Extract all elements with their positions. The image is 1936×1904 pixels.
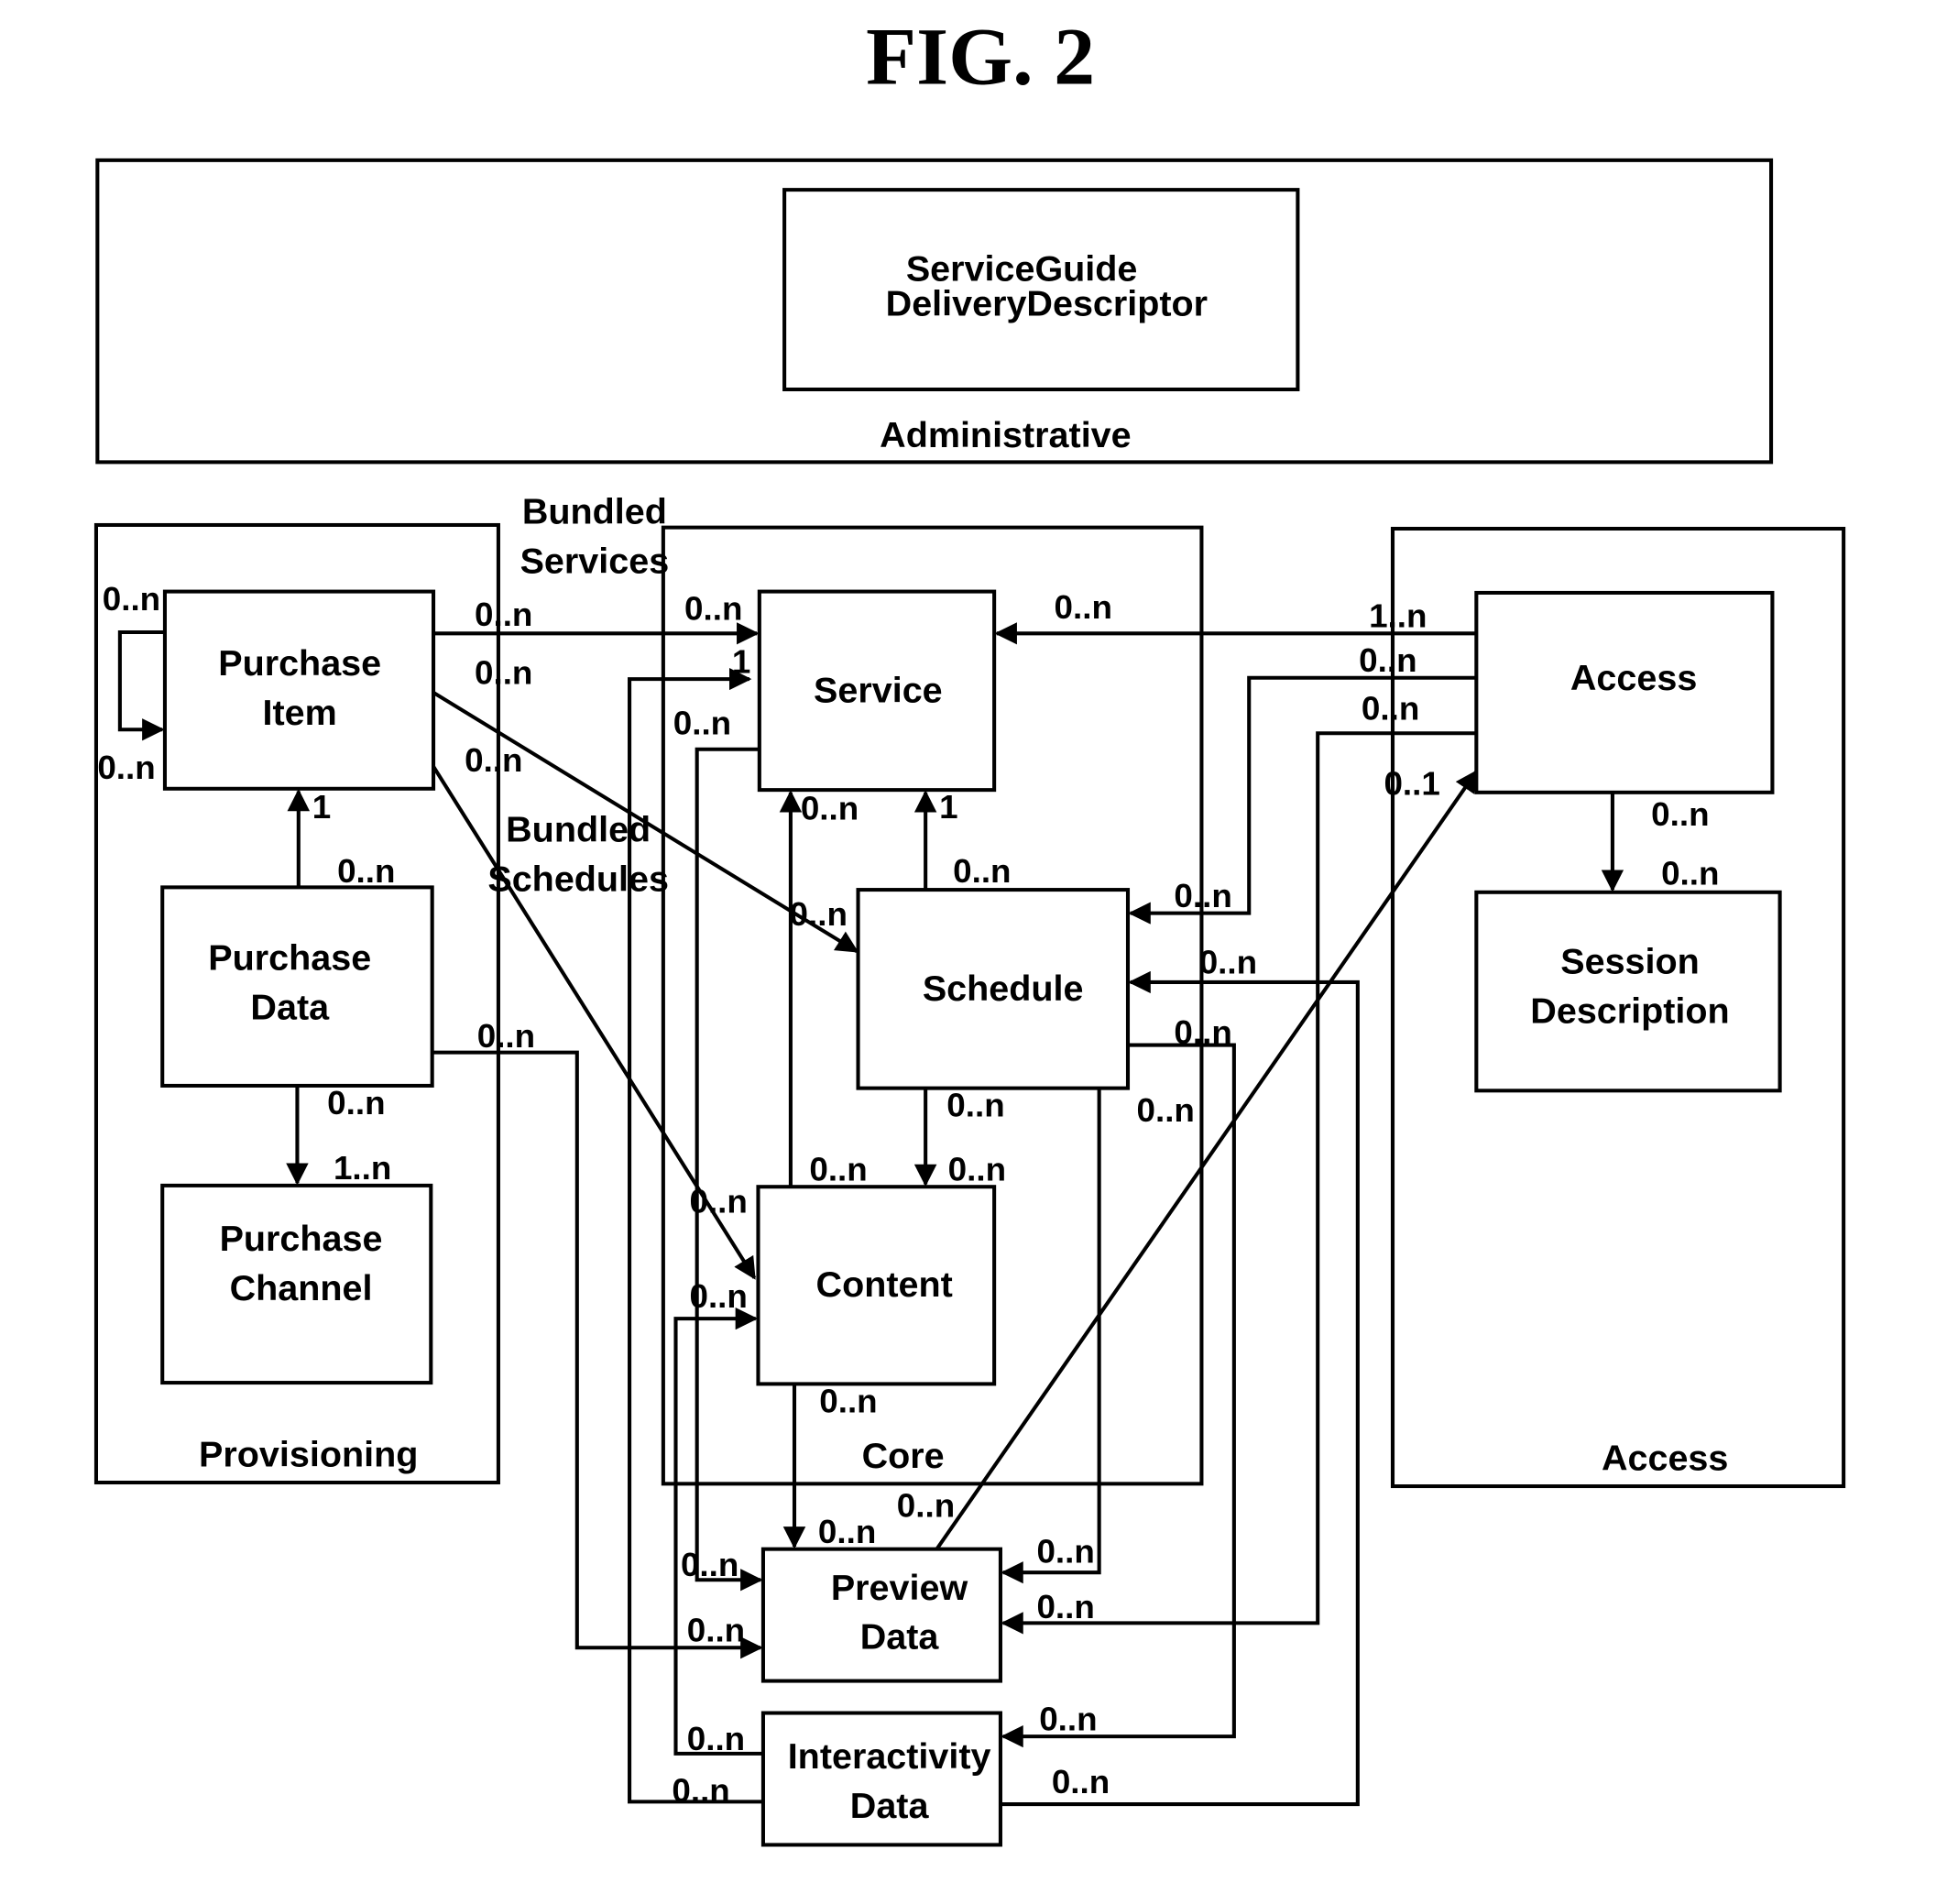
svg-text:Channel: Channel xyxy=(230,1268,373,1308)
svg-text:0..n: 0..n xyxy=(477,1017,535,1055)
svg-text:0..n: 0..n xyxy=(673,705,731,742)
svg-text:0..n: 0..n xyxy=(97,749,155,786)
uml-diagram: FIG. 2 Administrative Provisioning Core … xyxy=(93,12,1846,1847)
svg-text:0..n: 0..n xyxy=(1661,855,1719,892)
svg-text:0..n: 0..n xyxy=(475,654,532,692)
svg-text:0..n: 0..n xyxy=(690,1183,748,1220)
svg-text:Data: Data xyxy=(250,988,330,1028)
svg-text:Data: Data xyxy=(850,1786,930,1826)
conn-purchaseitem-self xyxy=(117,629,165,741)
svg-text:0..1: 0..1 xyxy=(1384,765,1439,803)
svg-text:0..n: 0..n xyxy=(687,1612,745,1649)
svg-text:1: 1 xyxy=(939,788,957,826)
svg-text:0..n: 0..n xyxy=(1199,944,1257,981)
entity-preview-data[interactable]: Preview Data xyxy=(760,1547,1002,1683)
svg-text:Access: Access xyxy=(1602,1439,1728,1479)
svg-text:0..n: 0..n xyxy=(790,895,848,933)
svg-text:Content: Content xyxy=(816,1264,953,1305)
svg-text:Purchase: Purchase xyxy=(218,643,381,684)
svg-text:0..n: 0..n xyxy=(801,790,859,827)
svg-text:Provisioning: Provisioning xyxy=(199,1435,418,1475)
svg-text:Core: Core xyxy=(862,1436,945,1476)
entity-schedule[interactable]: Schedule xyxy=(856,888,1131,1090)
annotation-bundled-schedules: Bundled Schedules xyxy=(487,810,669,900)
svg-text:Description: Description xyxy=(1530,991,1729,1032)
entity-interactivity-data[interactable]: Interactivity Data xyxy=(760,1711,1002,1847)
svg-text:0..n: 0..n xyxy=(1362,690,1419,728)
svg-text:0..n: 0..n xyxy=(948,1151,1006,1188)
svg-text:0..n: 0..n xyxy=(103,580,160,618)
entity-purchase-data[interactable]: Purchase Data xyxy=(160,885,434,1088)
svg-text:0..n: 0..n xyxy=(1137,1091,1195,1129)
svg-text:0..n: 0..n xyxy=(897,1487,955,1525)
conn-access-preview xyxy=(1001,731,1477,1635)
svg-text:Data: Data xyxy=(860,1617,940,1658)
svg-text:Schedule: Schedule xyxy=(923,968,1084,1009)
svg-text:0..n: 0..n xyxy=(818,1513,876,1550)
svg-text:0..n: 0..n xyxy=(687,1720,745,1757)
svg-text:0..n: 0..n xyxy=(1039,1701,1097,1738)
svg-text:0..n: 0..n xyxy=(681,1546,738,1583)
entity-access[interactable]: Access xyxy=(1474,590,1775,794)
annotation-bundled-services: Bundled Services xyxy=(520,492,670,582)
svg-text:0..n: 0..n xyxy=(684,590,742,628)
svg-text:0..n: 0..n xyxy=(1174,1013,1231,1051)
svg-text:Service: Service xyxy=(814,671,943,711)
conn-schedule-interactivity xyxy=(1001,1043,1236,1748)
conn-interactivity-content xyxy=(673,1308,763,1756)
svg-text:Interactivity: Interactivity xyxy=(788,1736,991,1777)
svg-text:DeliveryDescriptor: DeliveryDescriptor xyxy=(886,284,1208,324)
svg-text:1..n: 1..n xyxy=(1369,597,1427,635)
svg-text:0..n: 0..n xyxy=(1359,641,1416,679)
svg-text:0..n: 0..n xyxy=(1055,588,1112,626)
svg-text:Session: Session xyxy=(1560,942,1700,982)
svg-text:Item: Item xyxy=(263,693,337,733)
conn-schedule-previewdata xyxy=(1001,1088,1101,1584)
entity-purchase-item[interactable]: Purchase Item xyxy=(162,589,436,791)
svg-text:0..n: 0..n xyxy=(1651,795,1709,833)
svg-text:Access: Access xyxy=(1570,658,1697,698)
svg-text:1: 1 xyxy=(312,788,331,826)
svg-text:Administrative: Administrative xyxy=(880,415,1131,455)
svg-text:0..n: 0..n xyxy=(672,1772,729,1810)
entity-purchase-channel[interactable]: Purchase Channel xyxy=(160,1183,433,1385)
svg-text:Services: Services xyxy=(520,542,670,582)
svg-text:0..n: 0..n xyxy=(690,1277,748,1315)
svg-text:1: 1 xyxy=(732,643,750,681)
entity-content[interactable]: Content xyxy=(756,1185,997,1386)
entity-service[interactable]: Service xyxy=(757,589,997,793)
svg-text:0..n: 0..n xyxy=(1036,1588,1094,1625)
svg-text:0..n: 0..n xyxy=(475,596,532,633)
svg-text:0..n: 0..n xyxy=(1174,877,1231,914)
svg-text:Bundled: Bundled xyxy=(522,492,667,532)
svg-text:0..n: 0..n xyxy=(1036,1533,1094,1570)
svg-text:1..n: 1..n xyxy=(334,1149,391,1187)
svg-text:0..n: 0..n xyxy=(1052,1763,1110,1800)
svg-text:0..n: 0..n xyxy=(465,741,522,779)
entity-sgdd[interactable]: ServiceGuide DeliveryDescriptor xyxy=(782,188,1300,392)
svg-text:0..n: 0..n xyxy=(953,852,1011,890)
svg-text:Preview: Preview xyxy=(831,1568,968,1608)
svg-text:0..n: 0..n xyxy=(337,852,395,890)
svg-text:0..n: 0..n xyxy=(327,1084,385,1122)
figure-title: FIG. 2 xyxy=(866,12,1095,102)
svg-text:Purchase: Purchase xyxy=(220,1219,383,1259)
svg-text:0..n: 0..n xyxy=(809,1151,867,1188)
svg-text:0..n: 0..n xyxy=(946,1087,1004,1124)
svg-text:Purchase: Purchase xyxy=(208,938,371,979)
svg-text:0..n: 0..n xyxy=(819,1383,877,1420)
entity-session-description[interactable]: Session Description xyxy=(1474,890,1782,1093)
